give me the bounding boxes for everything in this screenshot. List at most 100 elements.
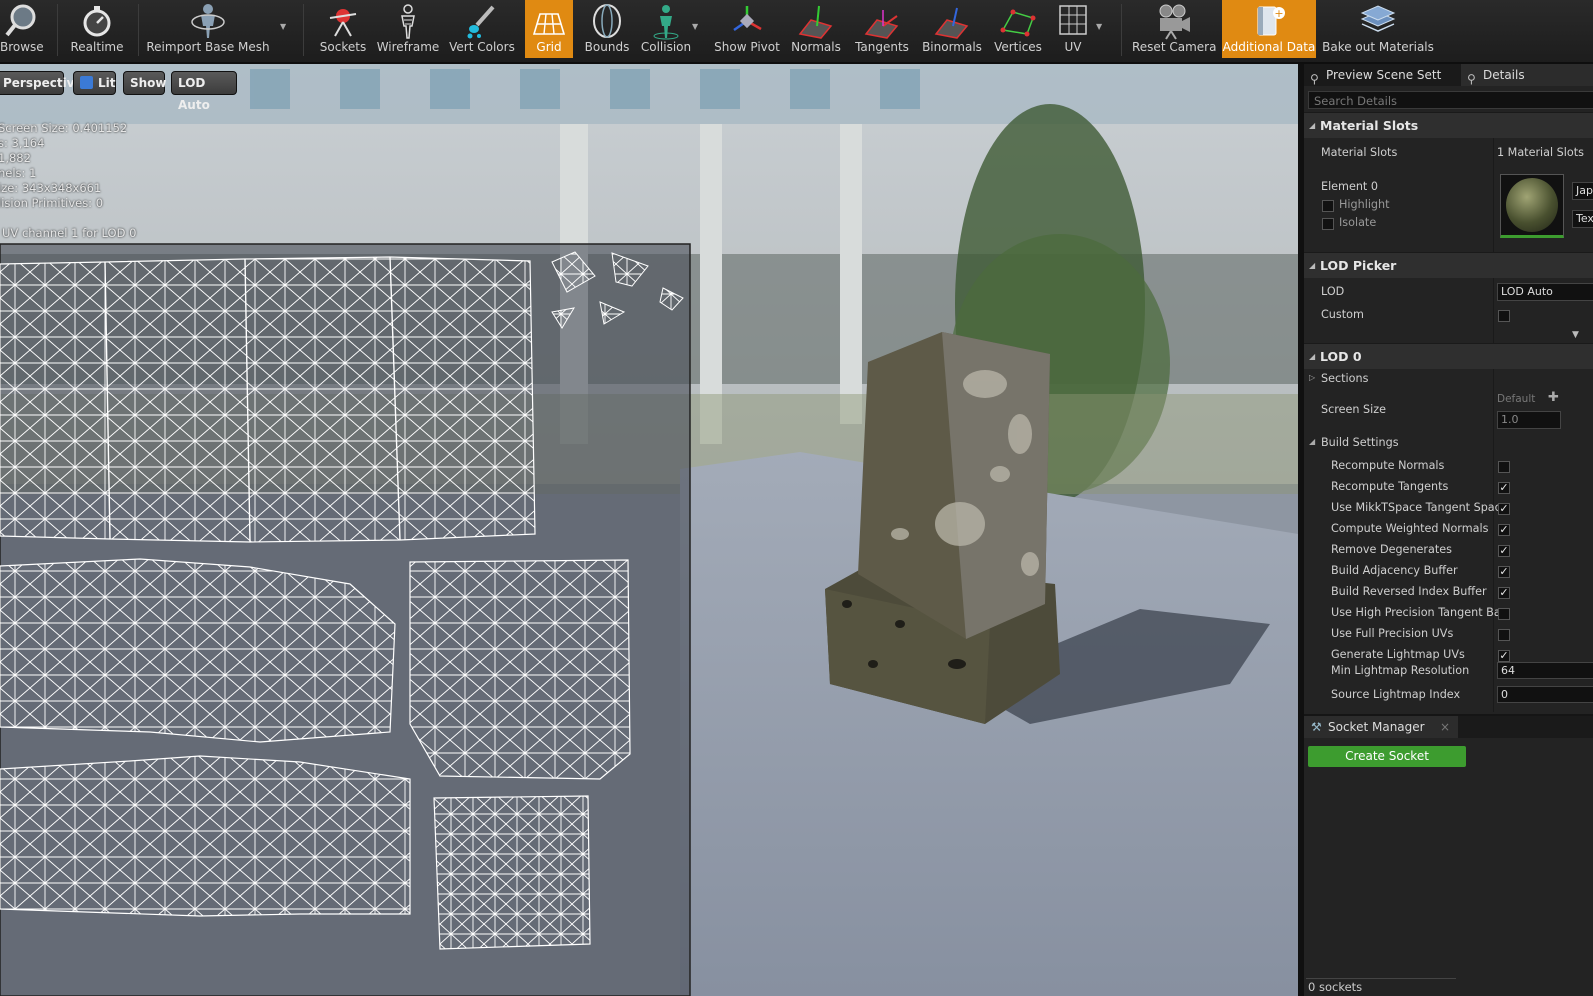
additional-data-icon: + (1257, 6, 1285, 36)
realtime-button[interactable]: Realtime (62, 0, 132, 58)
close-icon[interactable]: × (1440, 716, 1450, 738)
custom-label: Custom (1321, 308, 1364, 321)
collapse-triangle-icon: ◢ (1309, 121, 1316, 130)
create-socket-button[interactable]: Create Socket (1308, 746, 1466, 767)
build-setting-label: Use MikkTSpace Tangent Spac (1331, 501, 1501, 514)
binormals-button[interactable]: Binormals (918, 0, 986, 58)
sockets-button[interactable]: Sockets (314, 0, 372, 58)
socket-icon (329, 9, 357, 37)
collision-icon (653, 5, 679, 40)
build-setting-label: Use High Precision Tangent Bas (1331, 606, 1507, 619)
lit-button[interactable]: Lit (73, 71, 116, 95)
custom-checkbox[interactable] (1498, 310, 1510, 322)
socket-list-divider (1306, 978, 1456, 979)
isolate-checkbox[interactable] (1322, 218, 1334, 230)
perspective-button[interactable]: Perspective (0, 71, 83, 95)
collapse-triangle-icon: ◢ (1309, 352, 1316, 361)
show-pivot-button[interactable]: Show Pivot (712, 0, 782, 58)
vertices-button[interactable]: Vertices (990, 0, 1046, 58)
toolbar: Browse Realtime Reimport Base Mesh ▼ Soc… (0, 0, 1593, 64)
build-settings-label: Build Settings (1321, 436, 1399, 449)
material-name-field[interactable]: Jap (1572, 182, 1593, 200)
build-setting-checkbox[interactable]: ✓ (1498, 650, 1510, 662)
normals-button[interactable]: Normals (786, 0, 846, 58)
texture-name-field[interactable]: Tex (1572, 210, 1593, 228)
min-lightmap-field[interactable]: 64 (1497, 662, 1593, 679)
stat-vertices: 1,882 (0, 151, 31, 165)
collapse-triangle-icon: ◢ (1309, 261, 1316, 270)
build-setting-checkbox[interactable]: ✓ (1498, 587, 1510, 599)
material-thumbnail[interactable] (1500, 174, 1564, 238)
uv-dropdown-arrow[interactable]: ▼ (1096, 22, 1102, 31)
bounds-button[interactable]: Bounds (580, 0, 634, 58)
source-lightmap-field[interactable]: 0 (1497, 686, 1593, 703)
toolbar-separator (303, 4, 304, 56)
bake-out-materials-label: Bake out Materials (1322, 40, 1434, 54)
lod0-header: LOD 0 (1320, 349, 1362, 364)
build-setting-label: Generate Lightmap UVs (1331, 648, 1465, 661)
reimport-dropdown-arrow[interactable]: ▼ (280, 22, 286, 31)
panel-splitter[interactable] (1298, 64, 1304, 996)
wireframe-label: Wireframe (376, 40, 440, 54)
socket-manager-title: Socket Manager (1328, 720, 1425, 734)
build-setting-label: Use Full Precision UVs (1331, 627, 1454, 640)
mesh-viewport[interactable]: Perspective Lit Show LOD Auto Screen Siz… (0, 64, 1298, 996)
show-button[interactable]: Show (123, 71, 167, 95)
wireframe-button[interactable]: Wireframe (374, 0, 442, 58)
build-setting-checkbox[interactable] (1498, 461, 1510, 473)
tab-preview-scene-settings[interactable]: ⚲ Preview Scene Sett (1304, 64, 1459, 86)
binormals-label: Binormals (922, 40, 982, 54)
tab-details[interactable]: ⚲ Details (1461, 64, 1593, 86)
uv-channel-label: UV channel 1 for LOD 0 (2, 226, 137, 240)
svg-text:+: + (1274, 7, 1283, 20)
build-setting-checkbox[interactable] (1498, 608, 1510, 620)
source-lightmap-label: Source Lightmap Index (1331, 688, 1461, 701)
lod-picker-header: LOD Picker (1320, 258, 1397, 273)
collision-dropdown-arrow[interactable]: ▼ (692, 22, 698, 31)
lod-select[interactable]: LOD Auto (1497, 283, 1593, 301)
uv-button[interactable]: UV (1050, 0, 1096, 58)
bake-out-materials-button[interactable]: Bake out Materials (1322, 0, 1434, 58)
vertices-label: Vertices (994, 40, 1042, 54)
tangents-button[interactable]: Tangents (850, 0, 914, 58)
search-details-input[interactable]: Search Details (1308, 91, 1593, 109)
build-setting-checkbox[interactable]: ✓ (1498, 566, 1510, 578)
add-plus-icon[interactable]: ✚ (1548, 390, 1559, 405)
build-setting-label: Compute Weighted Normals (1331, 522, 1489, 535)
lod0-category[interactable]: ◢ LOD 0 (1304, 343, 1593, 369)
vert-colors-button[interactable]: Vert Colors (446, 0, 518, 58)
grid-button[interactable]: Grid (525, 0, 573, 58)
browse-button[interactable]: Browse (0, 0, 44, 58)
build-setting-checkbox[interactable]: ✓ (1498, 482, 1510, 494)
details-tab-row: ⚲ Preview Scene Sett ⚲ Details (1304, 64, 1593, 86)
socket-count: 0 sockets (1308, 980, 1363, 994)
reimport-base-mesh-button[interactable]: Reimport Base Mesh (146, 0, 270, 58)
additional-data-button[interactable]: + Additional Data (1222, 0, 1316, 58)
lod-auto-button[interactable]: LOD Auto (171, 71, 237, 112)
lod-picker-category[interactable]: ◢ LOD Picker (1304, 252, 1593, 278)
wireframe-figure-icon (401, 4, 415, 39)
vert-colors-label: Vert Colors (449, 40, 515, 54)
build-setting-checkbox[interactable] (1498, 629, 1510, 641)
mannequin-icon (191, 4, 225, 38)
screen-size-field[interactable]: 1.0 (1497, 411, 1561, 429)
search-icon: ⚲ (1467, 72, 1476, 86)
camera-icon (1159, 4, 1190, 40)
build-setting-checkbox[interactable]: ✓ (1498, 524, 1510, 536)
build-setting-label: Recompute Tangents (1331, 480, 1449, 493)
grid-label: Grid (536, 40, 562, 54)
material-slots-category[interactable]: ◢ Material Slots (1304, 112, 1593, 138)
build-setting-checkbox[interactable]: ✓ (1498, 503, 1510, 515)
highlight-checkbox[interactable] (1322, 200, 1334, 212)
uv-label: UV (1064, 40, 1082, 54)
toolbar-separator (138, 4, 139, 56)
reset-camera-button[interactable]: Reset Camera (1132, 0, 1217, 58)
build-setting-checkbox[interactable]: ✓ (1498, 545, 1510, 557)
normals-icon (798, 5, 833, 39)
sockets-label: Sockets (319, 40, 367, 54)
reset-camera-label: Reset Camera (1132, 40, 1217, 54)
advanced-expand-arrow-icon[interactable]: ▼ (1572, 330, 1579, 340)
collision-button[interactable]: Collision (638, 0, 694, 58)
expand-triangle-icon: ▷ (1309, 373, 1316, 382)
tab-socket-manager[interactable]: ⚒ Socket Manager × (1304, 716, 1458, 738)
